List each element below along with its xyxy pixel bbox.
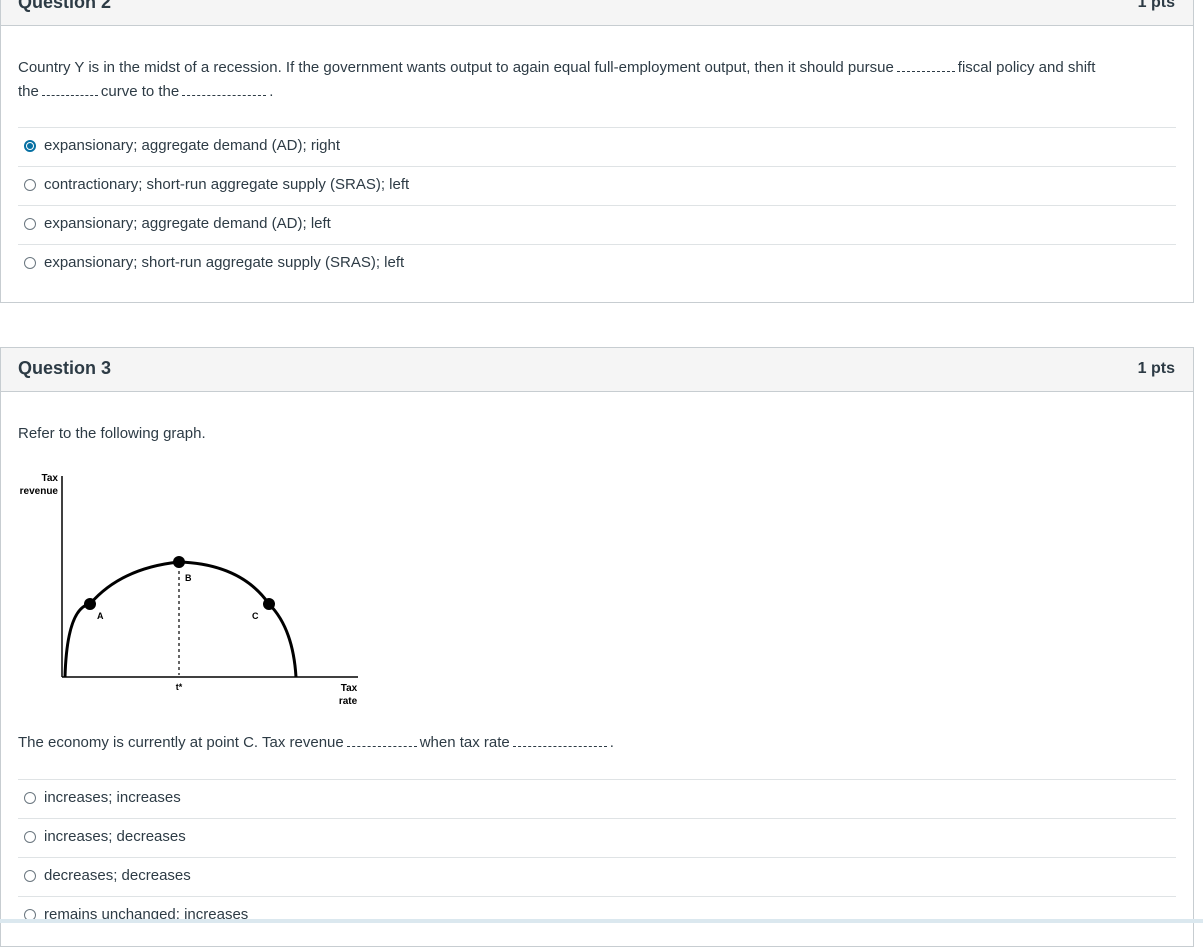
question-3-card: Question 3 1 pts Refer to the following …	[0, 347, 1194, 947]
x-tick-t-star: t*	[176, 682, 183, 692]
point-c-label: C	[252, 611, 259, 621]
x-axis-label-line1: Tax	[341, 683, 358, 694]
answer-option[interactable]: increases; decreases	[18, 818, 1176, 857]
answer-option[interactable]: expansionary; aggregate demand (AD); lef…	[18, 205, 1176, 244]
answer-option[interactable]: contractionary; short-run aggregate supp…	[18, 166, 1176, 205]
answer-label: increases; decreases	[44, 828, 186, 845]
question-3-text-end: .	[609, 734, 614, 751]
x-axis-label-line2: rate	[339, 696, 358, 707]
answer-option[interactable]: expansionary; aggregate demand (AD); rig…	[18, 127, 1176, 166]
question-2-points: 1 pts	[1137, 0, 1175, 11]
tax-revenue-graph: Tax revenue Tax rate t* A B C	[20, 473, 358, 707]
radio-button[interactable]	[24, 870, 36, 882]
radio-button[interactable]	[24, 218, 36, 230]
question-3-text-part2: when tax rate	[419, 734, 510, 751]
answer-label: expansionary; aggregate demand (AD); rig…	[44, 137, 341, 154]
blank-4	[346, 732, 417, 747]
point-a-marker	[84, 598, 96, 610]
question-3-intro: Refer to the following graph.	[18, 425, 206, 442]
question-3-text-part1: The economy is currently at point C. Tax…	[18, 734, 344, 751]
question-3-header: Question 3 1 pts	[1, 348, 1193, 392]
question-3-title: Question 3	[18, 358, 112, 378]
question-3-points: 1 pts	[1137, 360, 1175, 377]
y-axis-label-line2: revenue	[20, 486, 59, 497]
radio-button[interactable]	[24, 831, 36, 843]
point-c-marker	[263, 598, 275, 610]
answer-label: expansionary; short-run aggregate supply…	[44, 254, 405, 271]
question-2-title: Question 2	[18, 0, 112, 12]
question-2-text-end: .	[269, 83, 274, 100]
radio-button[interactable]	[24, 257, 36, 269]
answer-label: expansionary; aggregate demand (AD); lef…	[44, 215, 331, 232]
bottom-edge	[0, 919, 1203, 923]
question-2-card: Question 2 1 pts Country Y is in the mid…	[0, 0, 1194, 303]
point-b-label: B	[185, 573, 192, 583]
radio-button-selected[interactable]	[24, 140, 36, 152]
question-2-text-part1: Country Y is in the midst of a recession…	[18, 59, 894, 76]
blank-3	[182, 81, 267, 96]
point-a-label: A	[97, 611, 104, 621]
answer-label: contractionary; short-run aggregate supp…	[44, 176, 410, 193]
answer-option[interactable]: expansionary; short-run aggregate supply…	[18, 244, 1176, 283]
question-2-text-part3: the	[18, 83, 39, 100]
radio-button[interactable]	[24, 179, 36, 191]
question-2-text: Country Y is in the midst of a recession…	[18, 56, 1183, 104]
radio-button[interactable]	[24, 792, 36, 804]
question-3-text: The economy is currently at point C. Tax…	[18, 731, 614, 755]
point-b-marker	[173, 556, 185, 568]
answer-label: decreases; decreases	[44, 867, 191, 884]
answer-label: increases; increases	[44, 789, 181, 806]
blank-2	[41, 81, 98, 96]
blank-1	[896, 57, 955, 72]
question-2-text-part2: fiscal policy and shift	[957, 59, 1096, 76]
blank-5	[512, 732, 607, 747]
answer-option[interactable]: remains unchanged; increases	[18, 896, 1176, 935]
y-axis-label-line1: Tax	[42, 473, 59, 484]
answer-option[interactable]: increases; increases	[18, 779, 1176, 818]
answer-option[interactable]: decreases; decreases	[18, 857, 1176, 896]
question-2-header: Question 2 1 pts	[1, 0, 1193, 26]
question-2-text-part4: curve to the	[100, 83, 180, 100]
